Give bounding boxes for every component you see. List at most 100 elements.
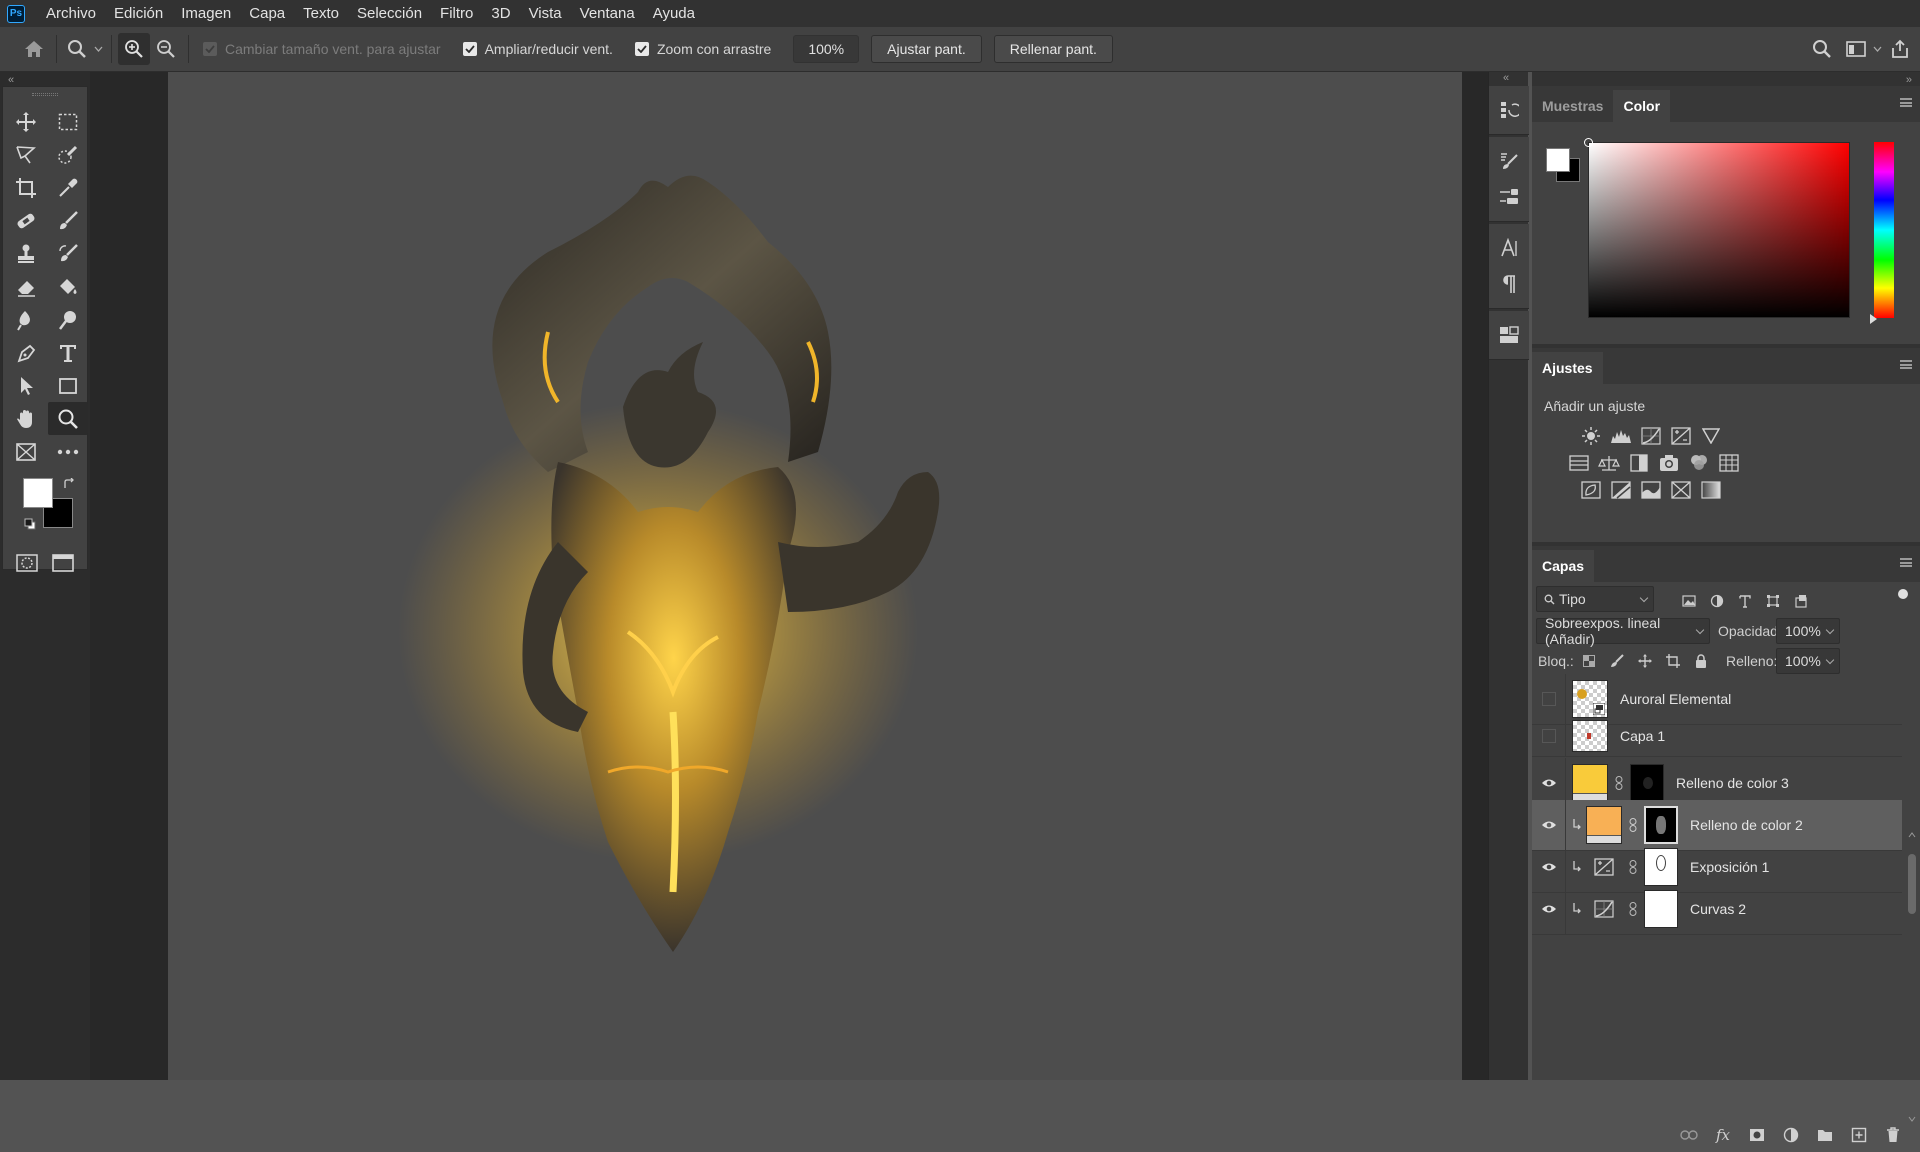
hue-slider-marker[interactable] [1870, 314, 1877, 324]
zoom-value-field[interactable]: 100% [793, 35, 860, 63]
hand-tool-icon[interactable] [6, 402, 46, 435]
layer-filter-dropdown[interactable]: Tipo [1536, 586, 1654, 612]
black-white-icon[interactable] [1624, 449, 1654, 477]
posterize-icon[interactable] [1606, 476, 1636, 504]
tab-color[interactable]: Color [1613, 90, 1671, 122]
quick-selection-tool-icon[interactable] [48, 138, 88, 171]
hue-slider[interactable] [1874, 142, 1894, 318]
scrubby-zoom-checkbox[interactable]: Zoom con arrastre [634, 41, 771, 57]
menu-texto[interactable]: Texto [294, 0, 348, 27]
move-tool-icon[interactable] [6, 105, 46, 138]
menu-filtro[interactable]: Filtro [431, 0, 482, 27]
scrollbar-thumb[interactable] [1908, 854, 1916, 914]
levels-icon[interactable] [1606, 422, 1636, 450]
filter-toggle-icon[interactable] [1898, 589, 1908, 599]
lasso-tool-icon[interactable] [6, 138, 46, 171]
link-layers-icon[interactable] [1678, 1124, 1700, 1146]
collapse-arrows-icon[interactable]: « [8, 74, 14, 86]
panel-grip[interactable] [3, 87, 87, 101]
paragraph-icon[interactable] [1489, 266, 1529, 302]
lock-image-pixels-icon[interactable] [1606, 650, 1628, 672]
tab-muestras[interactable]: Muestras [1532, 90, 1613, 122]
path-selection-tool-icon[interactable] [6, 369, 46, 402]
dodge-tool-icon[interactable] [48, 303, 88, 336]
zoom-all-windows-checkbox[interactable]: Ampliar/reducir vent. [462, 41, 613, 57]
mask-link-icon[interactable] [1612, 776, 1626, 790]
share-icon[interactable] [1884, 33, 1916, 65]
new-fill-adjustment-icon[interactable] [1780, 1124, 1802, 1146]
color-panel-foreground-swatch[interactable] [1546, 148, 1570, 172]
panel-menu-icon[interactable] [1900, 558, 1912, 567]
zoom-in-icon[interactable] [118, 33, 150, 65]
frame-tool-icon[interactable] [6, 435, 46, 468]
search-icon[interactable] [1806, 33, 1838, 65]
default-colors-icon[interactable] [24, 518, 36, 530]
color-balance-icon[interactable] [1594, 449, 1624, 477]
channel-mixer-icon[interactable] [1684, 449, 1714, 477]
tab-capas[interactable]: Capas [1532, 550, 1595, 582]
paint-bucket-tool-icon[interactable] [48, 270, 88, 303]
fit-screen-button[interactable]: Ajustar pant. [871, 35, 982, 63]
add-mask-icon[interactable] [1746, 1124, 1768, 1146]
pen-tool-icon[interactable] [6, 336, 46, 369]
opacity-input[interactable]: 100% [1776, 618, 1840, 644]
new-layer-icon[interactable] [1848, 1124, 1870, 1146]
visibility-toggle[interactable] [1532, 715, 1566, 757]
clone-stamp-tool-icon[interactable] [6, 237, 46, 270]
rectangle-tool-icon[interactable] [48, 369, 88, 402]
history-brush-tool-icon[interactable] [48, 237, 88, 270]
swap-colors-icon[interactable] [63, 478, 75, 490]
quick-mask-icon[interactable] [9, 546, 45, 579]
tab-ajustes[interactable]: Ajustes [1532, 352, 1603, 384]
menu-vista[interactable]: Vista [520, 0, 571, 27]
hue-saturation-icon[interactable] [1564, 449, 1594, 477]
photo-filter-icon[interactable] [1654, 449, 1684, 477]
layer-style-fx-icon[interactable]: fx [1712, 1124, 1734, 1146]
libraries-icon[interactable] [1489, 317, 1529, 353]
menu-ayuda[interactable]: Ayuda [644, 0, 704, 27]
menu-imagen[interactable]: Imagen [172, 0, 240, 27]
layer-row-curvas-2[interactable]: Curvas 2 [1532, 883, 1902, 935]
home-icon[interactable] [18, 33, 50, 65]
layer-mask-thumbnail[interactable] [1630, 764, 1664, 802]
visibility-toggle[interactable] [1532, 883, 1566, 935]
exposure-icon[interactable] [1666, 422, 1696, 450]
curves-icon[interactable] [1636, 422, 1666, 450]
delete-layer-icon[interactable] [1882, 1124, 1904, 1146]
menu-archivo[interactable]: Archivo [37, 0, 105, 27]
panel-menu-icon[interactable] [1900, 98, 1912, 107]
menu-capa[interactable]: Capa [240, 0, 294, 27]
healing-brush-tool-icon[interactable] [6, 204, 46, 237]
eyedropper-tool-icon[interactable] [48, 171, 88, 204]
lock-position-icon[interactable] [1634, 650, 1656, 672]
color-picker-marker[interactable] [1584, 138, 1593, 147]
filter-shape-layers-icon[interactable] [1762, 590, 1784, 612]
chevron-down-icon[interactable] [91, 33, 105, 65]
lock-artboard-icon[interactable] [1662, 650, 1684, 672]
layer-mask-thumbnail[interactable] [1644, 890, 1678, 928]
menu-edicion[interactable]: Edición [105, 0, 172, 27]
brush-tool-icon[interactable] [48, 204, 88, 237]
lock-all-icon[interactable] [1690, 650, 1712, 672]
zoom-tool-preset-icon[interactable] [63, 33, 91, 65]
layer-row-capa-1[interactable]: Capa 1 [1532, 715, 1902, 757]
mask-link-icon[interactable] [1626, 818, 1640, 832]
filter-type-layers-icon[interactable] [1734, 590, 1756, 612]
history-icon[interactable] [1489, 92, 1529, 128]
menu-ventana[interactable]: Ventana [571, 0, 644, 27]
filter-smart-objects-icon[interactable] [1790, 590, 1812, 612]
chevron-down-icon[interactable] [1870, 33, 1884, 65]
mask-link-icon[interactable] [1626, 860, 1640, 874]
filter-adjustment-layers-icon[interactable] [1706, 590, 1728, 612]
more-tools-icon[interactable] [48, 435, 88, 468]
zoom-out-icon[interactable] [150, 33, 182, 65]
collapse-arrows-icon[interactable]: » [1906, 74, 1912, 86]
eraser-tool-icon[interactable] [6, 270, 46, 303]
threshold-icon[interactable] [1636, 476, 1666, 504]
character-icon[interactable] [1489, 230, 1529, 266]
filter-pixel-layers-icon[interactable] [1678, 590, 1700, 612]
foreground-color-swatch[interactable] [23, 478, 53, 508]
blur-tool-icon[interactable] [6, 303, 46, 336]
layer-mask-thumbnail[interactable] [1644, 848, 1678, 886]
layers-scrollbar[interactable] [1908, 832, 1916, 1122]
